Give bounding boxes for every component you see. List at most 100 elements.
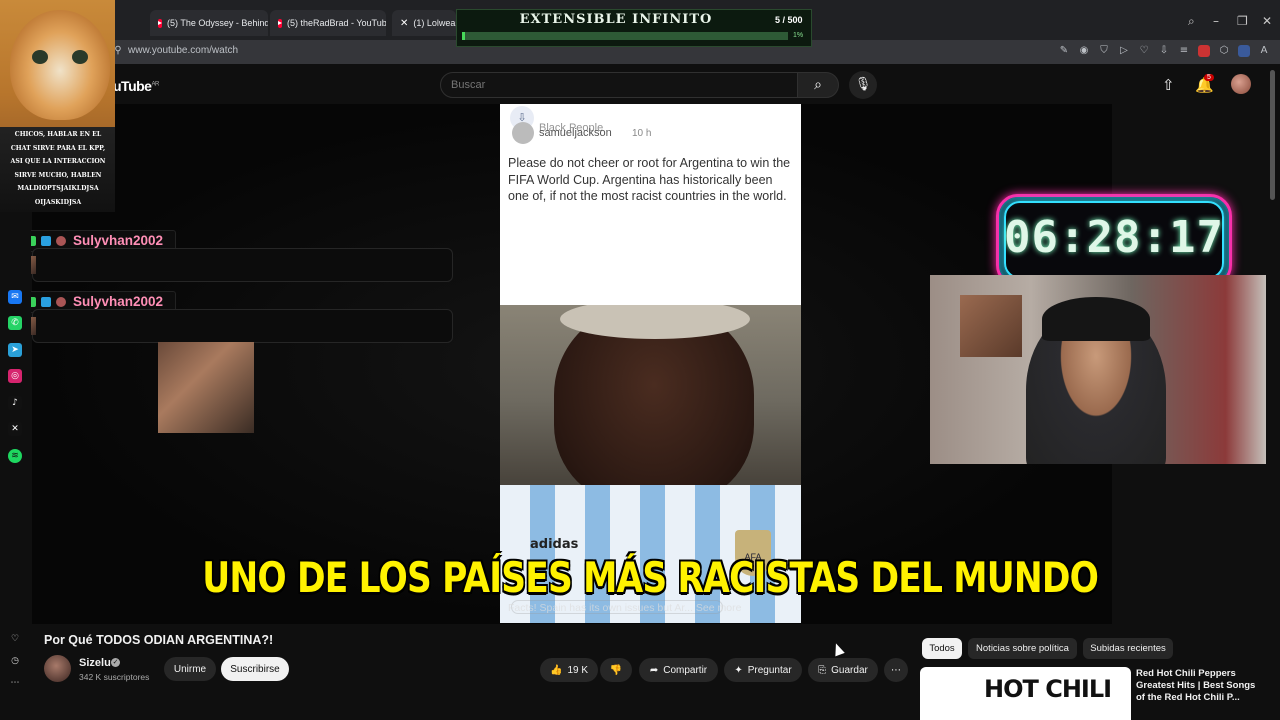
history-icon[interactable]: ◷ bbox=[8, 654, 22, 668]
goal-title: EXTENSIBLE INFINITO bbox=[519, 12, 713, 27]
webcam-feed bbox=[930, 275, 1266, 464]
mic-icon: 🎙 bbox=[854, 77, 872, 92]
extension-icon[interactable] bbox=[1238, 45, 1250, 57]
subscriber-count: 342 K suscriptores bbox=[79, 672, 150, 682]
telegram-icon[interactable]: ➤ bbox=[8, 343, 22, 357]
badge-icon bbox=[56, 236, 66, 246]
instagram-icon[interactable]: ◎ bbox=[8, 369, 22, 383]
join-button[interactable]: Unirme bbox=[164, 657, 216, 681]
tiktok-icon[interactable]: ♪ bbox=[8, 396, 22, 410]
edit-icon[interactable]: ✎ bbox=[1058, 45, 1070, 57]
goal-fill bbox=[462, 32, 465, 40]
cat-image bbox=[10, 10, 110, 120]
cat-message: CHICOS, HABLAR EN EL CHAT SIRVE PARA EL … bbox=[10, 131, 106, 206]
badge-icon bbox=[56, 297, 66, 307]
chat-image bbox=[158, 342, 254, 433]
share-icon: ➦ bbox=[649, 664, 659, 676]
goal-track bbox=[462, 32, 788, 40]
heart-icon[interactable]: ♡ bbox=[8, 632, 22, 646]
channel-avatar[interactable] bbox=[44, 655, 71, 682]
x-icon[interactable]: ✕ bbox=[8, 422, 22, 436]
post-time: 10 h bbox=[632, 128, 652, 139]
spotify-icon[interactable]: ≋ bbox=[8, 449, 22, 463]
minimize-icon[interactable]: – bbox=[1213, 14, 1219, 28]
chat-username: Sulyvhan2002 bbox=[73, 294, 164, 309]
recommendation-title[interactable]: Red Hot Chili Peppers Greatest Hits | Be… bbox=[1136, 668, 1266, 704]
messenger-icon[interactable]: ✉ bbox=[8, 290, 22, 304]
search-icon: ⌕ bbox=[814, 77, 822, 93]
tab-title: (5) The Odyssey - Behind bbox=[167, 18, 268, 28]
recommendation-thumbnail[interactable]: HOT CHILI bbox=[920, 667, 1131, 720]
chat-message-box bbox=[32, 248, 453, 282]
profile-icon[interactable] bbox=[1198, 45, 1210, 57]
more-icon: ⋯ bbox=[891, 664, 901, 676]
avatar[interactable] bbox=[1231, 74, 1251, 94]
scrollbar[interactable] bbox=[1270, 70, 1275, 200]
download-icon[interactable]: ⇩ bbox=[1158, 45, 1170, 57]
youtube-favicon-icon bbox=[278, 18, 282, 28]
chat-username: Sulyvhan2002 bbox=[73, 233, 164, 248]
search-input[interactable] bbox=[440, 72, 798, 98]
badge-icon bbox=[41, 297, 51, 307]
chip-politics[interactable]: Noticias sobre política bbox=[968, 638, 1077, 659]
shirt-brand: adidas bbox=[530, 537, 579, 552]
tab-title: (5) theRadBrad - YouTube bbox=[287, 18, 386, 28]
dislike-button[interactable]: 👎 bbox=[600, 658, 632, 682]
sparkle-icon: ✦ bbox=[734, 664, 743, 676]
chip-all[interactable]: Todos bbox=[922, 638, 962, 659]
tab-title: (1) Lolweap bbox=[413, 18, 456, 28]
thumbs-down-icon: 👎 bbox=[609, 664, 623, 676]
youtube-logo[interactable]: uTubeAR bbox=[113, 78, 159, 94]
video-title: Por Qué TODOS ODIAN ARGENTINA?! bbox=[44, 633, 274, 647]
hat bbox=[1042, 297, 1150, 341]
translate-icon[interactable]: A bbox=[1258, 45, 1270, 57]
video-caption: UNO DE LOS PAÍSES MÁS RACISTAS DEL MUNDO bbox=[202, 553, 1099, 602]
like-button[interactable]: 👍 19 K bbox=[540, 658, 598, 682]
ask-button[interactable]: ✦ Preguntar bbox=[724, 658, 802, 682]
shield-icon[interactable]: ⛉ bbox=[1098, 45, 1110, 57]
verified-icon: ✓ bbox=[111, 658, 120, 667]
more-actions-button[interactable]: ⋯ bbox=[884, 658, 908, 682]
post-author: samueljackson bbox=[539, 127, 612, 139]
whatsapp-icon[interactable]: ✆ bbox=[8, 316, 22, 330]
url-text[interactable]: www.youtube.com/watch bbox=[128, 45, 238, 56]
post-avatar bbox=[512, 122, 534, 144]
voice-search-button[interactable]: 🎙 bbox=[849, 71, 877, 99]
goal-percent: 1% bbox=[793, 32, 804, 39]
thumbs-up-icon: 👍 bbox=[549, 664, 563, 676]
cat-widget: CHICOS, HABLAR EN EL CHAT SIRVE PARA EL … bbox=[0, 0, 115, 212]
close-icon[interactable]: ✕ bbox=[1262, 14, 1272, 28]
region-code: AR bbox=[151, 81, 159, 88]
upload-icon[interactable]: ⇧ bbox=[1162, 76, 1175, 94]
goal-count: 5 / 500 bbox=[775, 15, 803, 25]
play-icon[interactable]: ▷ bbox=[1118, 45, 1130, 57]
menu-icon[interactable]: ≡ bbox=[1178, 45, 1190, 57]
channel-name[interactable]: Sizelu bbox=[79, 657, 111, 669]
camera-icon[interactable]: ◉ bbox=[1078, 45, 1090, 57]
search-button[interactable]: ⌕ bbox=[797, 72, 839, 98]
browser-search-icon[interactable]: ⌕ bbox=[1188, 14, 1195, 29]
browser-tab[interactable]: ✕ (1) Lolweap bbox=[392, 10, 456, 36]
browser-tab[interactable]: (5) theRadBrad - YouTube bbox=[270, 10, 386, 36]
subscribe-button[interactable]: Suscribirse bbox=[221, 657, 289, 681]
stream-timer: 06:28:17 bbox=[1004, 212, 1224, 263]
save-button[interactable]: ⎘ Guardar bbox=[808, 658, 878, 682]
youtube-favicon-icon bbox=[158, 18, 162, 28]
poster bbox=[960, 295, 1022, 357]
bookmark-icon: ⎘ bbox=[818, 664, 827, 676]
more-icon[interactable]: ⋯ bbox=[8, 676, 22, 690]
share-button[interactable]: ➦ Compartir bbox=[639, 658, 718, 682]
thumbnail-text: HOT CHILI bbox=[984, 675, 1112, 703]
x-favicon-icon: ✕ bbox=[400, 17, 409, 29]
extension-icon[interactable]: ⬡ bbox=[1218, 45, 1230, 57]
mouse-cursor bbox=[831, 641, 845, 657]
post-footer: Facts! Spain has its own issues but Ar..… bbox=[508, 602, 742, 614]
browser-tab[interactable]: (5) The Odyssey - Behind bbox=[150, 10, 268, 36]
heart-icon[interactable]: ♡ bbox=[1138, 45, 1150, 57]
badge-icon bbox=[41, 236, 51, 246]
post-text: Please do not cheer or root for Argentin… bbox=[508, 156, 791, 203]
restore-icon[interactable]: ❐ bbox=[1237, 14, 1248, 28]
chip-recent[interactable]: Subidas recientes bbox=[1083, 638, 1173, 659]
chat-message-box bbox=[32, 309, 453, 343]
post-controls: ▶ ••• bbox=[740, 125, 779, 138]
